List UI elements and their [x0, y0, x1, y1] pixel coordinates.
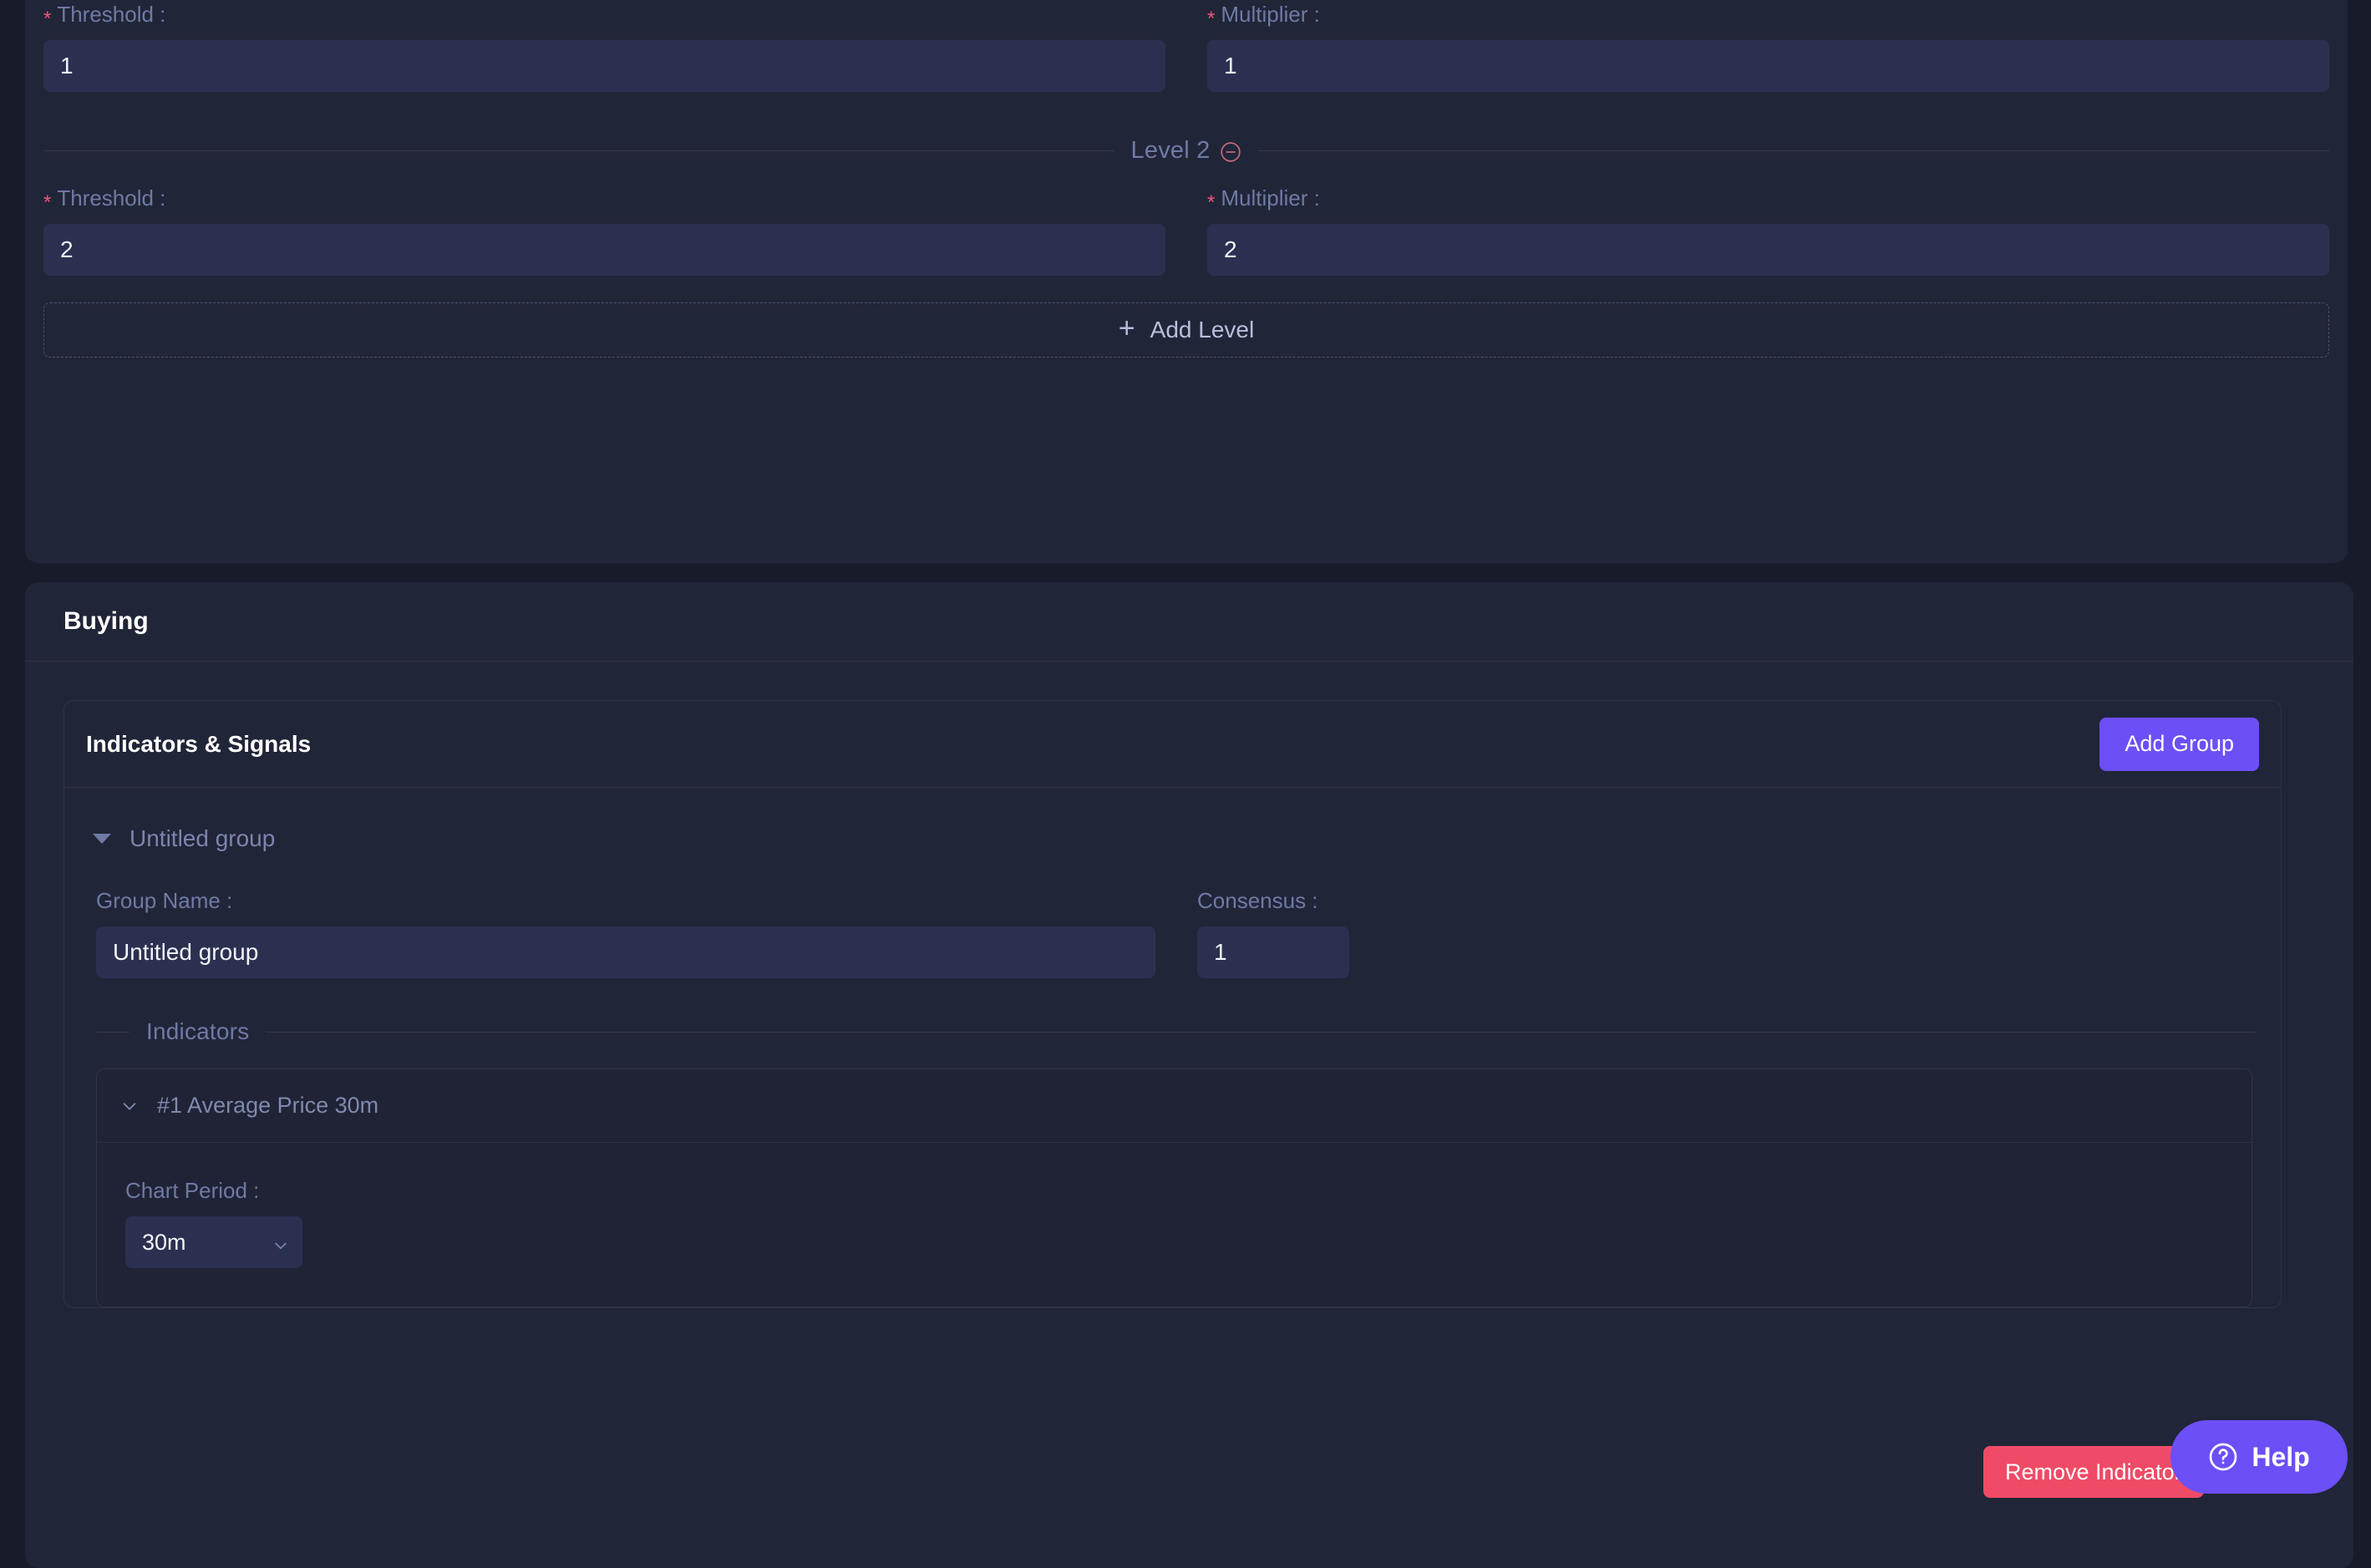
level-2-threshold-label: * Threshold :	[43, 185, 1165, 214]
level-2-multiplier-label-text: Multiplier :	[1221, 185, 1320, 211]
level-1-threshold-label-text: Threshold :	[57, 2, 166, 27]
level-2-multiplier-label: * Multiplier :	[1207, 185, 2329, 214]
consensus-input[interactable]: 1	[1197, 926, 1349, 978]
indicators-signals-header: Indicators & Signals Add Group	[64, 701, 2281, 788]
level-2-multiplier-field: * Multiplier : 2	[1207, 185, 2329, 276]
group-name-input[interactable]: Untitled group	[96, 926, 1155, 978]
level-2-threshold-input[interactable]: 2	[43, 224, 1165, 276]
divider-line-right	[1258, 150, 2330, 151]
chart-period-select[interactable]: 30m	[125, 1216, 302, 1268]
group-fields: Group Name : Untitled group Consensus : …	[93, 888, 2252, 978]
indicators-signals-body: Untitled group Group Name : Untitled gro…	[64, 788, 2281, 1307]
required-asterisk: *	[1207, 8, 1216, 30]
required-asterisk: *	[1207, 191, 1216, 214]
level-2-threshold-field: * Threshold : 2	[43, 185, 1165, 276]
indicators-divider-label: Indicators	[146, 1018, 250, 1044]
buying-title: Buying	[63, 607, 149, 635]
question-circle-icon	[2208, 1442, 2238, 1472]
consensus-label: Consensus :	[1197, 888, 1318, 913]
chart-period-value: 30m	[142, 1229, 186, 1255]
chevron-down-icon	[120, 1097, 139, 1115]
level-2-multiplier-input[interactable]: 2	[1207, 224, 2329, 276]
level-1-multiplier-input[interactable]: 1	[1207, 40, 2329, 92]
plus-icon: +	[1118, 312, 1135, 344]
required-asterisk: *	[43, 8, 52, 30]
add-group-button[interactable]: Add Group	[2099, 717, 2259, 771]
level-1-threshold-label: * Threshold :	[43, 2, 1165, 30]
indicators-divider: Indicators	[96, 1015, 2256, 1048]
level-1-multiplier-field: * Multiplier : 1	[1207, 2, 2329, 92]
consensus-field: Consensus : 1	[1197, 888, 1349, 978]
indicator-header-label: #1 Average Price 30m	[157, 1093, 379, 1118]
group-name-field: Group Name : Untitled group	[96, 888, 1155, 978]
level-2-divider-label: Level 2	[1131, 137, 1242, 165]
help-label: Help	[2252, 1441, 2310, 1472]
help-widget[interactable]: Help	[2170, 1420, 2348, 1494]
divider-line-right	[266, 1031, 2256, 1033]
chart-period-label: Chart Period :	[125, 1178, 260, 1203]
indicator-header[interactable]: #1 Average Price 30m	[97, 1069, 2252, 1143]
level-2-title: Level 2	[1130, 136, 1211, 164]
buying-card-header: Buying	[25, 582, 2353, 662]
buying-card: Buying Indicators & Signals Add Group Un…	[25, 582, 2353, 1568]
indicators-signals-title: Indicators & Signals	[86, 730, 312, 757]
group-toggle-untitled-group[interactable]: Untitled group	[93, 820, 2252, 858]
level-1-fields: * Threshold : 1 * Multiplier : 1	[43, 2, 2329, 92]
level-1-threshold-input[interactable]: 1	[43, 40, 1165, 92]
add-level-button[interactable]: + Add Level	[43, 302, 2329, 358]
caret-down-icon	[93, 834, 111, 844]
minus-circle-icon[interactable]	[1220, 141, 1241, 163]
level-1-threshold-field: * Threshold : 1	[43, 2, 1165, 92]
group-name-label: Group Name :	[96, 888, 233, 913]
indicator-item: #1 Average Price 30m Chart Period : 30m	[96, 1068, 2252, 1307]
group-toggle-label: Untitled group	[129, 825, 276, 851]
indicators-signals-card: Indicators & Signals Add Group Untitled …	[63, 700, 2282, 1308]
levels-card: Level 1 *Threshold : 1 *Multiplier : 1 L…	[25, 0, 2348, 563]
add-level-label: Add Level	[1150, 317, 1255, 343]
level-2-divider: Level 2	[43, 134, 2330, 167]
divider-line-left	[43, 150, 1114, 151]
level-2-threshold-label-text: Threshold :	[57, 185, 166, 211]
required-asterisk: *	[43, 191, 52, 214]
divider-line-left	[96, 1031, 129, 1033]
level-1-multiplier-label-text: Multiplier :	[1221, 2, 1320, 27]
chevron-down-icon	[272, 1234, 289, 1251]
level-2-fields: * Threshold : 2 * Multiplier : 2	[43, 185, 2329, 276]
buying-card-body: Indicators & Signals Add Group Untitled …	[25, 662, 2353, 1347]
indicator-body: Chart Period : 30m	[97, 1143, 2252, 1307]
level-1-multiplier-label: * Multiplier :	[1207, 2, 2329, 30]
